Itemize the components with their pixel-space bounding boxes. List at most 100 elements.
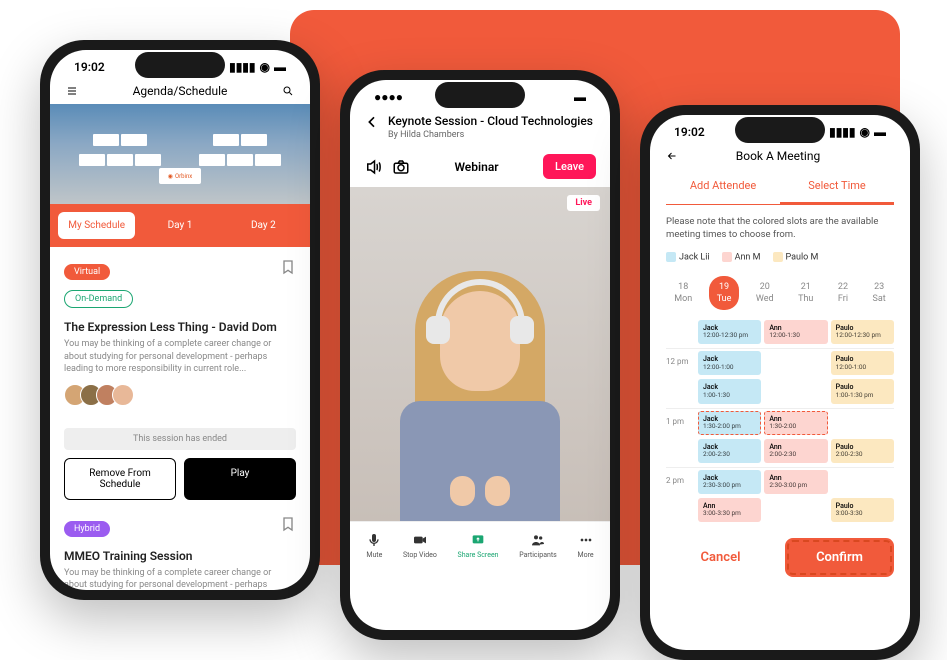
- bookmark-icon[interactable]: [280, 516, 296, 532]
- notch: [435, 82, 525, 108]
- notch: [735, 117, 825, 143]
- avatar: [112, 384, 134, 406]
- speaker-icon[interactable]: [364, 158, 382, 176]
- time-label: 1 pm: [666, 411, 694, 426]
- live-badge: Live: [567, 195, 600, 211]
- availability-note: Please note that the colored slots are t…: [650, 205, 910, 252]
- participants-button[interactable]: Participants: [519, 532, 557, 559]
- camera-icon[interactable]: [392, 158, 410, 176]
- badge-hybrid: Hybrid: [64, 521, 110, 537]
- session-title: MMEO Training Session: [64, 549, 296, 563]
- back-icon[interactable]: [364, 114, 380, 130]
- share-screen-button[interactable]: Share Screen: [458, 532, 499, 559]
- back-icon[interactable]: [666, 150, 678, 162]
- more-icon: [578, 532, 594, 548]
- time-slot: [764, 351, 827, 375]
- time-label: 12 pm: [666, 351, 694, 366]
- time-slot[interactable]: Paulo1:00-1:30 pm: [831, 379, 894, 403]
- tab-day-1[interactable]: Day 1: [141, 212, 218, 239]
- time-label: 2 pm: [666, 470, 694, 485]
- battery-icon: ▬: [274, 60, 286, 74]
- legend: Jack Lii Ann M Paulo M: [650, 252, 910, 272]
- notch: [135, 52, 225, 78]
- day-thu[interactable]: 21Thu: [790, 276, 821, 310]
- video-icon: [412, 532, 428, 548]
- play-button[interactable]: Play: [184, 458, 296, 500]
- time-slot[interactable]: Jack12:00-12:30 pm: [698, 320, 761, 344]
- time-slot: [764, 498, 827, 522]
- more-button[interactable]: More: [577, 532, 593, 559]
- video-area: Live: [350, 187, 610, 521]
- search-icon[interactable]: [282, 85, 294, 97]
- time-slot[interactable]: Jack1:30-2:00 pm: [698, 411, 761, 435]
- session-ended-notice: This session has ended: [64, 428, 296, 450]
- time-slot: [764, 379, 827, 403]
- carrier: ●●●●: [374, 90, 403, 104]
- time-label: [666, 439, 694, 445]
- remove-button[interactable]: Remove From Schedule: [64, 458, 176, 500]
- legend-item: Paulo M: [773, 252, 819, 262]
- participants-icon: [530, 532, 546, 548]
- day-sat[interactable]: 23Sat: [865, 276, 894, 310]
- badge-ondemand: On-Demand: [64, 290, 133, 308]
- session-title: Keynote Session - Cloud Technologies: [388, 114, 596, 128]
- mic-icon: [366, 532, 382, 548]
- time-slot[interactable]: Ann3:00-3:30 pm: [698, 498, 761, 522]
- webinar-toolbar: Mute Stop Video Share Screen Participant…: [350, 521, 610, 569]
- battery-icon: ▬: [874, 125, 886, 139]
- tab-select-time[interactable]: Select Time: [780, 169, 894, 204]
- venue-banner: ◉Orbinx: [50, 104, 310, 204]
- leave-button[interactable]: Leave: [543, 154, 596, 179]
- time-slot[interactable]: Ann2:30-3:00 pm: [764, 470, 827, 494]
- status-time: 19:02: [74, 60, 105, 74]
- day-wed[interactable]: 20Wed: [748, 276, 782, 310]
- status-icons: ▮▮▮▮ ◉ ▬: [829, 125, 886, 139]
- time-slot: [831, 411, 894, 435]
- time-slot: [831, 470, 894, 494]
- session-author: By Hilda Chambers: [388, 130, 596, 140]
- status-icons: ▮▮▮▮ ◉ ▬: [229, 60, 286, 74]
- time-slot[interactable]: Paulo12:00-12:30 pm: [831, 320, 894, 344]
- tab-add-attendee[interactable]: Add Attendee: [666, 169, 780, 204]
- time-slot[interactable]: Ann1:30-2:00: [764, 411, 827, 435]
- time-slot[interactable]: Paulo12:00-1:00: [831, 351, 894, 375]
- time-slot[interactable]: Jack12:00-1:00: [698, 351, 761, 375]
- day-tue[interactable]: 19Tue: [709, 276, 740, 310]
- wifi-icon: ◉: [260, 60, 270, 74]
- bookmark-icon[interactable]: [280, 259, 296, 275]
- stop-video-button[interactable]: Stop Video: [403, 532, 437, 559]
- time-slot[interactable]: Paulo2:00-2:30: [831, 439, 894, 463]
- day-picker: 18Mon 19Tue 20Wed 21Thu 22Fri 23Sat: [650, 272, 910, 320]
- time-slot[interactable]: Ann2:00-2:30: [764, 439, 827, 463]
- tab-my-schedule[interactable]: My Schedule: [58, 212, 135, 239]
- webinar-label: Webinar: [454, 160, 498, 174]
- share-icon: [470, 532, 486, 548]
- calendar-grid: Jack12:00-12:30 pmAnn12:00-1:30Paulo12:0…: [650, 320, 910, 522]
- badge-virtual: Virtual: [64, 264, 110, 280]
- time-label: [666, 498, 694, 504]
- confirm-button[interactable]: Confirm: [785, 538, 894, 577]
- phone-agenda: 19:02 ▮▮▮▮ ◉ ▬ Agenda/Schedule ◉Orbinx: [40, 40, 320, 600]
- session-card: Virtual On-Demand The Expression Less Th…: [50, 247, 310, 418]
- session-description: You may be thinking of a complete career…: [64, 338, 296, 376]
- legend-item: Jack Lii: [666, 252, 710, 262]
- mute-button[interactable]: Mute: [366, 532, 382, 559]
- time-slot[interactable]: Ann12:00-1:30: [764, 320, 827, 344]
- session-description: You may be thinking of a complete career…: [64, 567, 296, 590]
- time-slot[interactable]: Jack2:30-3:00 pm: [698, 470, 761, 494]
- presenter-video: [390, 261, 570, 521]
- day-mon[interactable]: 18Mon: [666, 276, 700, 310]
- page-title: Book A Meeting: [736, 149, 820, 163]
- menu-icon[interactable]: [66, 85, 78, 97]
- center-booth: ◉Orbinx: [159, 168, 201, 184]
- signal-icon: ▮▮▮▮: [829, 125, 855, 139]
- day-fri[interactable]: 22Fri: [830, 276, 856, 310]
- tab-day-2[interactable]: Day 2: [225, 212, 302, 239]
- signal-icon: ▮▮▮▮: [229, 60, 255, 74]
- cancel-button[interactable]: Cancel: [666, 538, 775, 577]
- time-slot[interactable]: Jack1:00-1:30: [698, 379, 761, 403]
- phone-webinar: ●●●● 9:41 AM ▬ Keynote Session - Cloud T…: [340, 70, 620, 640]
- time-slot[interactable]: Paulo3:00-3:30: [831, 498, 894, 522]
- time-label: [666, 379, 694, 385]
- time-slot[interactable]: Jack2:00-2:30: [698, 439, 761, 463]
